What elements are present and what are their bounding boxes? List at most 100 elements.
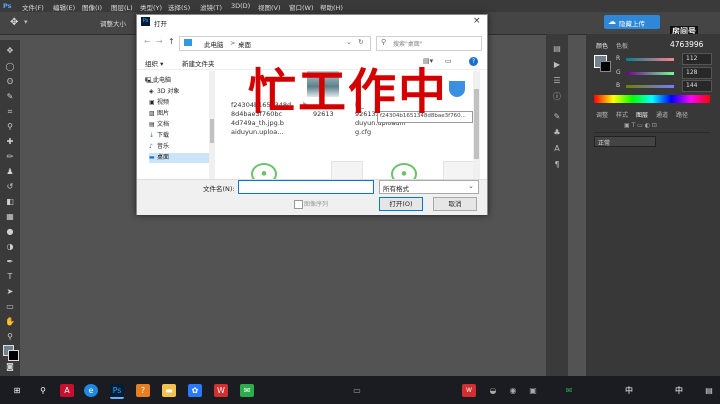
app-orange-icon[interactable]: ?	[136, 384, 150, 397]
text-icon[interactable]: T	[4, 272, 16, 282]
folder-icon[interactable]: ▬	[162, 384, 176, 397]
up-icon[interactable]: ↑	[168, 37, 175, 46]
nav-item-3d[interactable]: ◈ 3D 对象	[149, 87, 179, 97]
filetype-select[interactable]: 所有格式 ⌄	[379, 180, 479, 194]
wechat-icon[interactable]: ✉	[240, 384, 254, 397]
open-button[interactable]: 打开(O)	[379, 197, 423, 211]
tab-paths[interactable]: 路径	[676, 110, 688, 119]
history-icon[interactable]: ▤	[551, 44, 563, 54]
image-sequence-checkbox[interactable]	[294, 200, 303, 209]
search-box[interactable]: ⚲ 搜索"桌面"	[376, 36, 482, 51]
filename-input[interactable]	[238, 180, 374, 194]
background-color[interactable]	[8, 350, 19, 361]
brush-panel-icon[interactable]: ✎	[551, 112, 563, 122]
stamp-icon[interactable]: ♟	[4, 167, 16, 177]
quick-select-icon[interactable]: ✎	[4, 92, 16, 102]
nav-scroll-thumb[interactable]	[210, 119, 214, 143]
blend-mode-select[interactable]: 正常	[594, 136, 656, 147]
nav-item-downloads[interactable]: ↓ 下载	[149, 131, 169, 141]
organize-button[interactable]: 组织 ▾	[145, 58, 163, 68]
nav-item-pictures[interactable]: ▨ 图片	[149, 109, 169, 119]
r-slider[interactable]	[626, 58, 674, 61]
clone-source-icon[interactable]: ♣	[551, 128, 563, 138]
nav-item-desktop[interactable]: ▬ 桌面	[149, 153, 211, 163]
move-icon[interactable]: ✥	[4, 46, 16, 56]
eraser-icon[interactable]: ◧	[4, 197, 16, 207]
crop-icon[interactable]: ⌗	[4, 107, 16, 117]
back-icon[interactable]: ←	[144, 37, 151, 46]
refresh-icon[interactable]: ↻	[358, 38, 364, 46]
tab-color[interactable]: 颜色	[596, 41, 608, 50]
menu-file[interactable]: 文件(F)	[22, 2, 44, 12]
b-value-field[interactable]: 144	[682, 80, 712, 92]
brush-icon[interactable]: ✏	[4, 152, 16, 162]
nav-scrollbar[interactable]	[209, 71, 215, 179]
g-slider[interactable]	[626, 72, 674, 75]
chevron-down-icon[interactable]: ▾	[24, 18, 28, 26]
dodge-icon[interactable]: ◑	[4, 242, 16, 252]
color-spectrum[interactable]	[594, 95, 710, 103]
nav-item-documents[interactable]: ▤ 文档	[149, 120, 169, 130]
close-icon[interactable]: ×	[473, 16, 481, 26]
g-value-field[interactable]: 128	[682, 67, 712, 79]
bg-swatch[interactable]	[600, 61, 611, 72]
notification-icon[interactable]: ▤	[702, 384, 716, 397]
shape-icon[interactable]: ▭	[4, 302, 16, 312]
tab-styles[interactable]: 样式	[616, 110, 628, 119]
photoshop-icon[interactable]: Ps	[110, 384, 124, 399]
path-select-icon[interactable]: ➤	[4, 287, 16, 297]
new-folder-button[interactable]: 新建文件夹	[182, 58, 215, 68]
actions-icon[interactable]: ▶	[551, 60, 563, 70]
blur-icon[interactable]: ●	[4, 227, 16, 237]
ime-indicator[interactable]: 中	[622, 384, 636, 397]
hand-icon[interactable]: ✋	[4, 317, 16, 327]
app-blue-icon[interactable]: ✿	[188, 384, 202, 397]
tray-icon[interactable]: ◉	[506, 384, 520, 397]
cancel-button[interactable]: 取消	[433, 197, 477, 211]
gradient-icon[interactable]: ▦	[4, 212, 16, 222]
windows-start-icon[interactable]: ⊞	[10, 384, 24, 397]
filter-icon[interactable]: ▣ T ▭ ◐ ⊡	[624, 122, 657, 129]
menu-filter[interactable]: 滤镜(T)	[200, 2, 222, 12]
tray-icon[interactable]: ◒	[486, 384, 500, 397]
tray-icon[interactable]: ▣	[526, 384, 540, 397]
menu-image[interactable]: 图像(I)	[82, 2, 102, 12]
tab-swatches[interactable]: 色板	[616, 41, 628, 50]
menu-view[interactable]: 视图(V)	[258, 2, 281, 12]
wechat-tray-icon[interactable]: ✉	[562, 384, 576, 397]
marquee-icon[interactable]: ◯	[4, 62, 16, 72]
menu-layer[interactable]: 图层(L)	[111, 2, 133, 12]
paragraph-icon[interactable]: ¶	[551, 160, 563, 170]
ime-indicator-2[interactable]: 中	[672, 384, 686, 397]
menu-3d[interactable]: 3D(D)	[231, 2, 250, 10]
tab-layers[interactable]: 图层	[636, 110, 648, 119]
upload-button[interactable]: ☁ 隐藏上传	[604, 15, 660, 29]
info-icon[interactable]: ⓘ	[551, 92, 563, 102]
menu-help[interactable]: 帮助(H)	[320, 2, 343, 12]
file-scroll-thumb[interactable]	[474, 89, 479, 159]
autocad-icon[interactable]: A	[60, 384, 74, 397]
move-tool-icon[interactable]: ✥	[10, 17, 18, 28]
properties-icon[interactable]: ☰	[551, 76, 563, 86]
history-brush-icon[interactable]: ↺	[4, 182, 16, 192]
tab-channels[interactable]: 通道	[656, 110, 668, 119]
nav-item-music[interactable]: ♪ 音乐	[149, 142, 169, 152]
quick-mask-icon[interactable]: ◙	[4, 362, 16, 372]
adjust-size-label[interactable]: 调整大小	[100, 18, 126, 28]
nav-item-video[interactable]: ▣ 视频	[149, 98, 169, 108]
wps-tray-icon[interactable]: W	[462, 384, 476, 397]
menu-type[interactable]: 类型(Y)	[140, 2, 162, 12]
address-folder[interactable]: 桌面	[238, 39, 251, 49]
healing-icon[interactable]: ✚	[4, 137, 16, 147]
character-icon[interactable]: A	[551, 144, 563, 154]
eyedropper-icon[interactable]: ⚲	[4, 122, 16, 132]
lasso-icon[interactable]: ʘ	[4, 77, 16, 87]
nav-item-this-pc[interactable]: 🖳此电脑	[145, 76, 171, 86]
window-icon[interactable]: ▭	[350, 384, 364, 397]
address-bar[interactable]: 此电脑 > 桌面 ⌄ ↻	[179, 36, 371, 51]
ps-logo[interactable]: Ps	[3, 2, 12, 10]
wps-icon[interactable]: W	[214, 384, 228, 397]
tab-adjustments[interactable]: 调整	[596, 110, 608, 119]
forward-icon[interactable]: →	[156, 37, 163, 46]
menu-window[interactable]: 窗口(W)	[289, 2, 314, 12]
